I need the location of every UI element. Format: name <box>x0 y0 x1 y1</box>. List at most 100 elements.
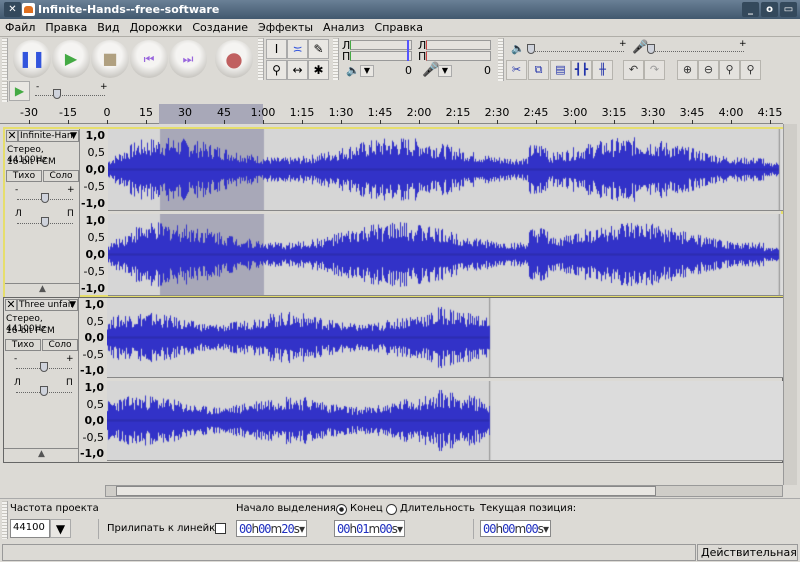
ruler-label: 1:00 <box>250 106 276 119</box>
toolbar-grip[interactable] <box>2 501 8 539</box>
toolbar-grip[interactable] <box>2 81 8 102</box>
track-name-menu[interactable]: Three unfair ▼ <box>17 299 78 311</box>
project-rate-input[interactable]: 44100 <box>10 519 50 538</box>
horizontal-scrollbar[interactable] <box>105 485 783 497</box>
menu-help[interactable]: Справка <box>370 19 428 36</box>
zoom-in-icon[interactable]: ⊕ <box>677 60 698 80</box>
stop-button[interactable]: ■ <box>91 40 129 78</box>
status-bar <box>2 544 696 561</box>
collapse-track-button[interactable]: ▲ <box>4 448 79 461</box>
snap-checkbox[interactable] <box>215 523 226 534</box>
gain-minus: - <box>14 354 18 364</box>
skip-start-button[interactable]: ⏮ <box>130 40 168 78</box>
zoom-tool-icon[interactable]: ⚲ <box>266 60 287 80</box>
paste-icon[interactable]: ▤ <box>550 60 571 80</box>
redo-icon[interactable]: ↷ <box>644 60 665 80</box>
ruler-label: 15 <box>139 106 153 119</box>
timeshift-tool-icon[interactable]: ↔ <box>287 60 308 80</box>
toolbar-grip[interactable] <box>258 38 264 80</box>
copy-icon[interactable]: ⧉ <box>528 60 549 80</box>
trim-icon[interactable]: ┫┣ <box>571 60 592 80</box>
waveform[interactable] <box>108 214 784 296</box>
scrollbar-thumb[interactable] <box>116 486 656 496</box>
menu-effects[interactable]: Эффекты <box>253 19 318 36</box>
end-radio[interactable] <box>336 504 347 515</box>
record-meter-menu[interactable]: ▼ <box>438 65 452 77</box>
close-track-button[interactable]: ✕ <box>6 130 18 142</box>
toolbar-grip[interactable] <box>2 38 8 80</box>
menu-view[interactable]: Вид <box>92 19 124 36</box>
draw-tool-icon[interactable]: ✎ <box>308 39 329 59</box>
undo-icon[interactable]: ↶ <box>623 60 644 80</box>
project-rate-dropdown[interactable]: ▼ <box>50 519 71 538</box>
pause-button[interactable]: ❚❚ <box>13 40 51 78</box>
audio-track[interactable]: ✕ Three unfair ▼ Стерео, 44100Hz 16-bit P… <box>3 297 783 463</box>
menu-tracks[interactable]: Дорожки <box>125 19 188 36</box>
menu-file[interactable]: Файл <box>0 19 40 36</box>
play-button[interactable]: ▶ <box>52 40 90 78</box>
slider-thumb[interactable] <box>527 44 535 54</box>
ruler-tick <box>497 120 498 124</box>
menu-bar: Файл Правка Вид Дорожки Создание Эффекты Анали… <box>0 19 800 37</box>
menu-edit[interactable]: Правка <box>40 19 92 36</box>
record-button[interactable]: ● <box>215 40 253 78</box>
play-at-speed-button[interactable]: ▶ <box>9 81 30 101</box>
vruler-label: -0,5 <box>83 265 105 278</box>
mute-button[interactable]: Тихо <box>5 339 41 351</box>
length-radio[interactable] <box>386 504 397 515</box>
audio-position-time[interactable]: 00h00m00s▾ <box>480 520 551 537</box>
fit-project-icon[interactable]: ⚲ <box>740 60 761 80</box>
close-track-button[interactable]: ✕ <box>5 299 17 311</box>
envelope-tool-icon[interactable]: ≍ <box>287 39 308 59</box>
mute-button[interactable]: Тихо <box>6 170 42 182</box>
close-window-button[interactable]: ✕ <box>4 2 21 17</box>
solo-button[interactable]: Соло <box>42 339 78 351</box>
end-label: Конец <box>350 503 383 514</box>
solo-button[interactable]: Соло <box>43 170 79 182</box>
track-control-panel: ✕ Three unfair ▼ Стерео, 44100Hz 16-bit P… <box>4 298 79 462</box>
silence-icon[interactable]: ╫ <box>592 60 613 80</box>
slider-thumb[interactable] <box>41 217 49 227</box>
slider-thumb[interactable] <box>40 386 48 396</box>
speed-slider[interactable] <box>35 95 105 96</box>
zoom-out-icon[interactable]: ⊖ <box>698 60 719 80</box>
slider-thumb[interactable] <box>40 362 48 372</box>
ruler-tick <box>185 120 186 124</box>
cut-icon[interactable]: ✂ <box>506 60 527 80</box>
minimize-button[interactable]: _ <box>742 2 759 17</box>
timeline-ruler[interactable]: -30 -15 0 15 30 45 1:00 1:15 1:30 1:45 2:00 2:15 2:3… <box>0 104 783 124</box>
playback-meter-menu[interactable]: ▼ <box>360 65 374 77</box>
menu-analyze[interactable]: Анализ <box>318 19 370 36</box>
record-volume-slider[interactable] <box>648 51 744 52</box>
toolbar-grip[interactable] <box>333 38 339 80</box>
track-name-menu[interactable]: Infinite-Han ▼ <box>18 130 79 142</box>
toolbar-grip[interactable] <box>498 60 504 81</box>
menu-generate[interactable]: Создание <box>187 19 253 36</box>
gain-plus: + <box>66 354 74 364</box>
audio-track[interactable]: ✕ Infinite-Han ▼ Стерео, 44100Hz 16-bit P… <box>3 127 784 297</box>
fit-selection-icon[interactable]: ⚲ <box>719 60 740 80</box>
ruler-label: 1:45 <box>367 106 393 119</box>
selection-start-time[interactable]: 00h00m20s▾ <box>236 520 307 537</box>
waveform[interactable] <box>107 381 783 461</box>
restore-button[interactable]: ▭ <box>780 2 797 17</box>
ruler-label: 3:30 <box>640 106 666 119</box>
waveform[interactable] <box>107 298 783 378</box>
slider-thumb[interactable] <box>647 44 655 54</box>
skip-end-button[interactable]: ⏭ <box>169 40 207 78</box>
collapse-track-button[interactable]: ▲ <box>5 283 80 296</box>
ruler-label: 45 <box>217 106 231 119</box>
maximize-button[interactable]: o <box>761 2 778 17</box>
vruler-label: 0,0 <box>84 414 105 427</box>
selection-end-time[interactable]: 00h01m00s▾ <box>334 520 405 537</box>
multi-tool-icon[interactable]: ✱ <box>308 60 329 80</box>
slider-thumb[interactable] <box>53 89 61 99</box>
waveform[interactable] <box>108 129 784 211</box>
playback-volume-slider[interactable] <box>528 51 624 52</box>
app-icon <box>22 3 35 16</box>
selection-tool-icon[interactable]: I <box>266 39 287 59</box>
vertical-scrollbar[interactable] <box>783 124 797 485</box>
selection-toolbar: Частота проекта 44100 ▼ Прилипать к лине… <box>0 498 800 542</box>
toolbar-grip[interactable] <box>498 38 504 60</box>
slider-thumb[interactable] <box>41 193 49 203</box>
